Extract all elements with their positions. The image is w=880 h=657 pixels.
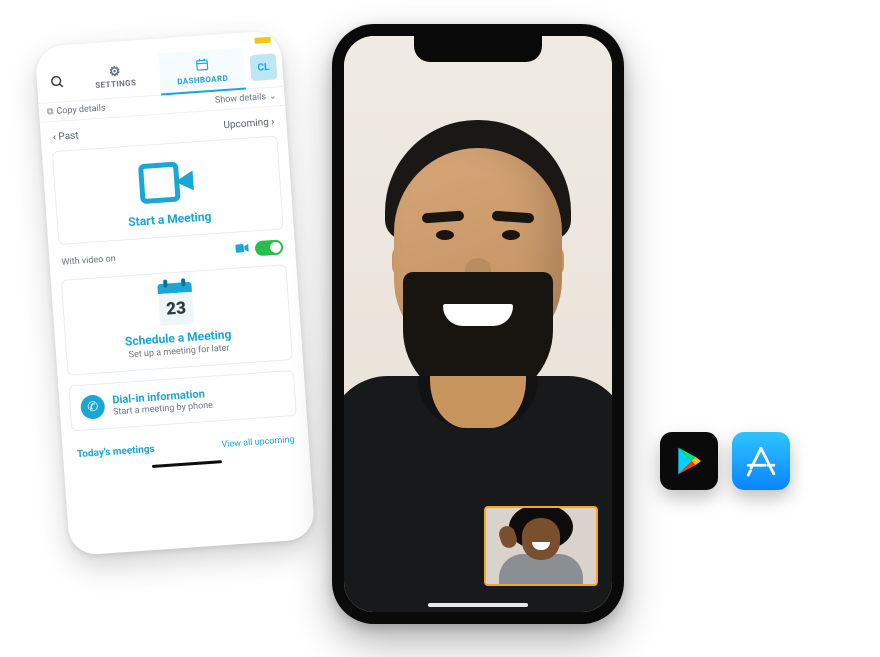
home-indicator <box>428 603 528 607</box>
avatar-initials: CL <box>257 61 270 73</box>
dialin-card[interactable]: ✆ Dial-in information Start a meeting by… <box>68 370 297 432</box>
video-toggle[interactable] <box>255 239 284 256</box>
video-call-phone-frame <box>332 24 624 624</box>
schedule-meeting-card[interactable]: 23 Schedule a Meeting Set up a meeting f… <box>61 264 293 376</box>
show-details-label: Show details <box>215 92 267 106</box>
calendar-day: 23 <box>166 298 187 319</box>
calendar-icon <box>194 57 209 75</box>
avatar[interactable]: CL <box>250 53 278 81</box>
video-call-screen <box>344 36 612 612</box>
with-video-label: With video on <box>61 254 116 268</box>
start-meeting-card[interactable]: Start a Meeting <box>52 135 284 245</box>
tab-settings-label: SETTINGS <box>95 78 137 90</box>
phone-notch <box>414 36 542 62</box>
google-play-icon <box>673 445 705 477</box>
tab-dashboard-label: DASHBOARD <box>177 73 228 86</box>
gear-icon: ⚙ <box>108 65 121 79</box>
video-camera-icon <box>134 156 201 208</box>
phone-icon: ✆ <box>80 394 106 420</box>
battery-icon <box>254 37 270 44</box>
nav-past[interactable]: Past <box>52 130 78 143</box>
show-details-button[interactable]: Show details ⌄ <box>215 91 277 105</box>
search-icon[interactable] <box>42 67 72 97</box>
google-play-badge[interactable] <box>660 432 718 490</box>
view-all-upcoming-link[interactable]: View all upcoming <box>221 435 295 450</box>
self-view-thumbnail[interactable] <box>484 506 598 586</box>
tab-dashboard[interactable]: DASHBOARD <box>158 48 246 96</box>
copy-details-label: Copy details <box>56 103 106 116</box>
tab-settings[interactable]: ⚙ SETTINGS <box>71 54 159 102</box>
nav-upcoming[interactable]: Upcoming <box>223 117 275 132</box>
dashboard-phone-frame: ⚙ SETTINGS DASHBOARD CL ⧉ Copy details S… <box>35 30 316 556</box>
copy-icon: ⧉ <box>47 107 54 117</box>
calendar-large-icon: 23 <box>153 282 198 327</box>
camera-small-icon <box>235 243 250 257</box>
app-store-badge[interactable] <box>732 432 790 490</box>
copy-details-button[interactable]: ⧉ Copy details <box>47 103 106 117</box>
chevron-down-icon: ⌄ <box>269 91 277 102</box>
todays-meetings-label: Today's meetings <box>77 444 155 460</box>
app-store-icon <box>744 444 778 478</box>
start-meeting-title: Start a Meeting <box>68 205 272 233</box>
home-indicator <box>152 460 222 468</box>
